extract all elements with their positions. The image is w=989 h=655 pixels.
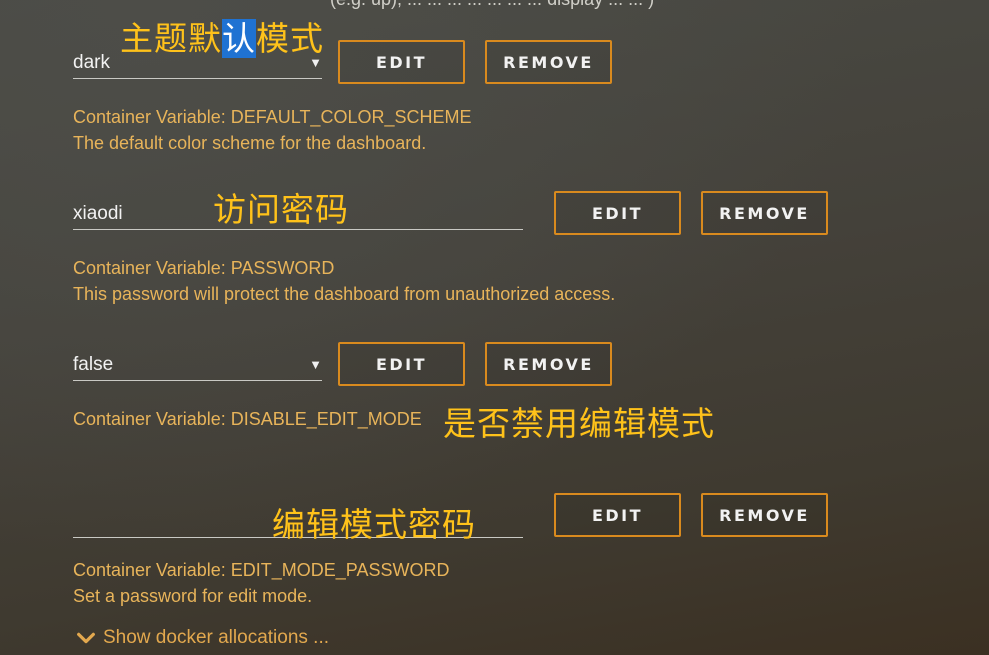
container-variable-label: Container Variable: DEFAULT_COLOR_SCHEME (73, 107, 472, 127)
annotation-default-theme: 主题默认模式 (120, 12, 324, 60)
variable-description: This password will protect the dashboard… (73, 284, 616, 304)
password-value: xiaodi (73, 203, 123, 224)
dropdown-caret-icon: ▼ (309, 357, 322, 372)
annotation-access-password: 访问密码 (213, 190, 349, 229)
annotation-edit-mode-password: 编辑模式密码 (272, 505, 476, 544)
remove-edit-mode-password-button[interactable]: REMOVE (701, 493, 828, 537)
color-scheme-value: dark (73, 52, 110, 73)
remove-disable-edit-mode-button[interactable]: REMOVE (485, 342, 612, 386)
chevron-down-icon (77, 632, 95, 644)
annotation-highlight: 认 (222, 19, 256, 58)
annotation-disable-edit-mode: 是否禁用编辑模式 (443, 404, 715, 443)
remove-color-scheme-button[interactable]: REMOVE (485, 40, 612, 84)
disable-edit-mode-select[interactable]: false ▼ (73, 350, 322, 381)
show-docker-allocations-link[interactable]: Show docker allocations ... (75, 627, 329, 649)
clipped-top-text: (e.g. up), ... ... ... ... ... ... ... d… (330, 0, 654, 10)
container-variable-label: Container Variable: EDIT_MODE_PASSWORD (73, 560, 450, 580)
variable-description: The default color scheme for the dashboa… (73, 133, 427, 153)
disable-edit-mode-value: false (73, 354, 114, 375)
edit-color-scheme-button[interactable]: EDIT (338, 40, 465, 84)
variable-description: Set a password for edit mode. (73, 586, 313, 606)
annotation-text: 模式 (256, 19, 324, 58)
container-variable-label: Container Variable: DISABLE_EDIT_MODE (73, 409, 422, 429)
edit-edit-mode-password-button[interactable]: EDIT (554, 493, 681, 537)
edit-disable-edit-mode-button[interactable]: EDIT (338, 342, 465, 386)
remove-password-button[interactable]: REMOVE (701, 191, 828, 235)
show-docker-allocations-label: Show docker allocations ... (103, 627, 330, 648)
annotation-text: 主题默 (120, 19, 222, 58)
container-variable-label: Container Variable: PASSWORD (73, 258, 335, 278)
edit-password-button[interactable]: EDIT (554, 191, 681, 235)
